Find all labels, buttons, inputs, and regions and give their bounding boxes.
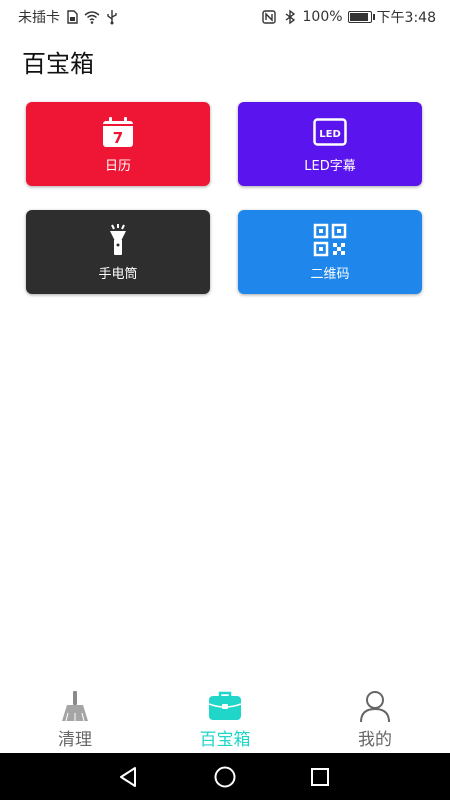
usb-icon bbox=[107, 10, 117, 25]
qrcode-tool-button[interactable]: 二维码 bbox=[238, 210, 422, 294]
sim-card-icon bbox=[67, 10, 78, 24]
flashlight-tool-button[interactable]: 手电筒 bbox=[26, 210, 210, 294]
bluetooth-icon bbox=[285, 9, 295, 25]
wifi-icon bbox=[84, 11, 100, 24]
calendar-label: 日历 bbox=[104, 158, 131, 174]
broom-icon bbox=[62, 691, 88, 722]
nav-label-toolbox: 百宝箱 bbox=[199, 730, 251, 750]
system-navigation-bar bbox=[0, 753, 450, 800]
nav-label-clean: 清理 bbox=[58, 730, 92, 750]
svg-text:LED: LED bbox=[319, 129, 341, 140]
clock-time: 下午3:48 bbox=[376, 10, 436, 26]
recent-apps-icon[interactable] bbox=[306, 763, 334, 791]
calendar-icon: 7 bbox=[103, 116, 133, 147]
flashlight-label: 手电筒 bbox=[98, 266, 138, 282]
back-icon[interactable] bbox=[115, 763, 143, 791]
led-subtitle-tool-button[interactable]: LED LED字幕 bbox=[238, 102, 422, 186]
qrcode-label: 二维码 bbox=[310, 266, 350, 282]
nav-tab-toolbox[interactable]: 百宝箱 bbox=[150, 683, 300, 753]
home-icon[interactable] bbox=[211, 763, 239, 791]
battery-percent: 100% bbox=[302, 9, 343, 25]
user-icon bbox=[360, 691, 390, 723]
svg-text:7: 7 bbox=[113, 129, 123, 147]
status-bar: 未插卡 100% 下午3:48 bbox=[0, 0, 450, 32]
page-title: 百宝箱 bbox=[22, 50, 94, 78]
briefcase-icon bbox=[208, 691, 242, 720]
flashlight-icon bbox=[110, 223, 126, 255]
bottom-navigation: 清理 百宝箱 我的 bbox=[0, 683, 450, 753]
led-icon: LED bbox=[313, 117, 347, 146]
nfc-icon bbox=[261, 10, 276, 24]
calendar-tool-button[interactable]: 7 日历 bbox=[26, 102, 210, 186]
qrcode-icon bbox=[313, 223, 347, 256]
nav-label-mine: 我的 bbox=[358, 730, 392, 750]
nav-tab-mine[interactable]: 我的 bbox=[300, 683, 450, 753]
battery-icon bbox=[347, 11, 375, 23]
carrier-text: 未插卡 bbox=[18, 10, 60, 26]
nav-tab-clean[interactable]: 清理 bbox=[0, 683, 150, 753]
led-subtitle-label: LED字幕 bbox=[304, 158, 356, 174]
